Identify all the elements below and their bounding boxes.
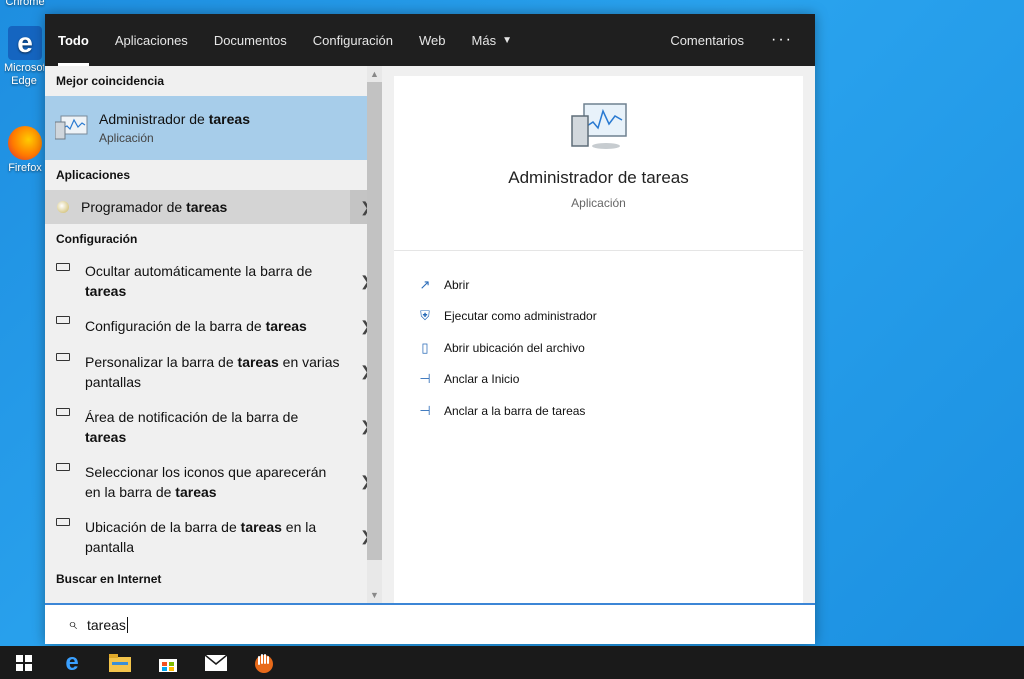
- detail-title: Administrador de tareas: [508, 168, 689, 187]
- tab-label: Aplicaciones: [114, 32, 188, 48]
- best-match-title: Administrador de tareas: [99, 111, 250, 127]
- tab-label: Más: [471, 32, 497, 48]
- search-box[interactable]: ⌕ tareas: [45, 603, 815, 644]
- settings-result-item[interactable]: Ubicación de la barra de tareas en la pa…: [45, 509, 382, 564]
- taskbar-setting-icon: [56, 454, 72, 471]
- results-list: Mejor coincidencia Administrador de tare…: [45, 66, 382, 603]
- open-icon: ↗: [419, 276, 431, 292]
- pin-icon: ⊣: [419, 371, 431, 387]
- scroll-down-icon[interactable]: ▼: [367, 587, 382, 603]
- tab-label: Documentos: [213, 32, 287, 48]
- action-run-as-admin[interactable]: ⛨ Ejecutar como administrador: [394, 301, 803, 333]
- settings-result-label: Ubicación de la barra de tareas en la pa…: [85, 518, 317, 555]
- firefox-icon: [8, 126, 42, 160]
- settings-result-item[interactable]: Configuración de la barra de tareas ❯: [45, 308, 382, 344]
- scrollbar-thumb[interactable]: [367, 82, 382, 560]
- detail-header: Administrador de tareas Aplicación: [394, 76, 803, 251]
- store-icon[interactable]: [144, 646, 192, 679]
- tab-label: Todo: [58, 32, 89, 48]
- desktop-icon-label: Chrome: [5, 0, 45, 8]
- caret-down-icon: ▼: [502, 34, 512, 46]
- windows-start-icon[interactable]: [0, 646, 48, 679]
- desktop-icon-label: Microsoft Edge: [4, 62, 44, 87]
- edge-icon: e: [8, 26, 42, 60]
- taskbar-setting-icon: [56, 509, 72, 526]
- tab-web[interactable]: Web: [406, 14, 459, 66]
- settings-result-item[interactable]: Área de notificación de la barra de tare…: [45, 399, 382, 454]
- search-panel: Todo Aplicaciones Documentos Configuraci…: [45, 14, 815, 644]
- file-location-icon: ▯: [421, 339, 429, 355]
- desktop-icon-firefox[interactable]: Firefox: [4, 126, 46, 175]
- tab-documentos[interactable]: Documentos: [201, 14, 300, 66]
- tab-aplicaciones[interactable]: Aplicaciones: [102, 14, 201, 66]
- action-open[interactable]: ↗ Abrir: [394, 269, 803, 301]
- settings-result-item[interactable]: Ocultar automáticamente la barra de tare…: [45, 254, 382, 308]
- best-match-subtitle: Aplicación: [99, 131, 154, 145]
- action-pin-start[interactable]: ⊣ Anclar a Inicio: [394, 364, 803, 396]
- app-result-item[interactable]: Programador de tareas ❯: [45, 190, 382, 224]
- detail-subtitle: Aplicación: [571, 196, 626, 210]
- taskbar: e: [0, 646, 1024, 679]
- settings-result-item[interactable]: Personalizar la barra de tareas en varia…: [45, 344, 382, 399]
- scroll-up-icon[interactable]: ▲: [367, 66, 382, 82]
- settings-result-label: Área de notificación de la barra de tare…: [85, 408, 299, 445]
- tab-todo[interactable]: Todo: [45, 14, 102, 66]
- tab-label: Configuración: [312, 32, 394, 48]
- settings-result-label: Configuración de la barra de tareas: [85, 318, 307, 334]
- feedback-label: Comentarios: [670, 32, 745, 48]
- action-label: Ejecutar como administrador: [444, 309, 597, 324]
- section-best-match: Mejor coincidencia: [56, 74, 165, 88]
- taskbar-setting-icon: [56, 308, 72, 324]
- feedback-button[interactable]: Comentarios: [657, 14, 757, 66]
- taskbar-setting-icon: [56, 399, 72, 416]
- pin-icon: ⊣: [419, 402, 431, 418]
- app-icon[interactable]: [240, 646, 288, 679]
- mail-icon[interactable]: [192, 646, 240, 679]
- task-manager-icon: [570, 76, 628, 152]
- settings-result-item[interactable]: Seleccionar los iconos que aparecerán en…: [45, 454, 382, 509]
- detail-pane: Administrador de tareas Aplicación ↗ Abri…: [394, 76, 803, 603]
- taskbar-setting-icon: [56, 344, 72, 361]
- desktop-icon-edge[interactable]: e Microsoft Edge: [4, 26, 46, 88]
- task-scheduler-icon: [57, 201, 69, 213]
- file-explorer-icon[interactable]: [96, 646, 144, 679]
- settings-result-label: Personalizar la barra de tareas en varia…: [85, 353, 340, 390]
- search-tabs-bar: Todo Aplicaciones Documentos Configuraci…: [45, 14, 815, 66]
- results-scrollbar[interactable]: ▲ ▼: [367, 66, 382, 603]
- shield-icon: ⛨: [420, 308, 430, 324]
- edge-icon[interactable]: e: [48, 646, 96, 679]
- taskbar-setting-icon: [56, 254, 72, 271]
- section-settings: Configuración: [56, 232, 138, 246]
- tab-label: Web: [419, 32, 446, 48]
- action-pin-taskbar[interactable]: ⊣ Anclar a la barra de tareas: [394, 395, 803, 427]
- detail-actions: ↗ Abrir ⛨ Ejecutar como administrador ▯ Abr…: [394, 251, 803, 427]
- section-apps: Aplicaciones: [56, 168, 131, 182]
- tab-mas[interactable]: Más ▼: [459, 14, 525, 66]
- section-web: Buscar en Internet: [56, 572, 162, 586]
- app-result-label: Programador de tareas: [81, 199, 228, 215]
- desktop-icon-label: Firefox: [8, 162, 42, 174]
- more-options-button[interactable]: ···: [757, 31, 815, 49]
- task-manager-icon: [54, 114, 89, 142]
- settings-result-label: Seleccionar los iconos que aparecerán en…: [85, 463, 327, 500]
- search-input[interactable]: tareas: [87, 616, 128, 633]
- search-icon: ⌕: [68, 615, 77, 633]
- best-match-item[interactable]: Administrador de tareas Aplicación: [45, 96, 382, 160]
- settings-result-label: Ocultar automáticamente la barra de tare…: [85, 263, 313, 299]
- action-label: Anclar a la barra de tareas: [444, 403, 586, 418]
- action-label: Anclar a Inicio: [444, 372, 520, 387]
- tab-configuracion[interactable]: Configuración: [300, 14, 406, 66]
- action-label: Abrir ubicación del archivo: [444, 340, 585, 355]
- desktop-icon-chrome[interactable]: Chrome: [4, 0, 46, 9]
- action-label: Abrir: [444, 277, 470, 292]
- action-open-file-location[interactable]: ▯ Abrir ubicación del archivo: [394, 332, 803, 364]
